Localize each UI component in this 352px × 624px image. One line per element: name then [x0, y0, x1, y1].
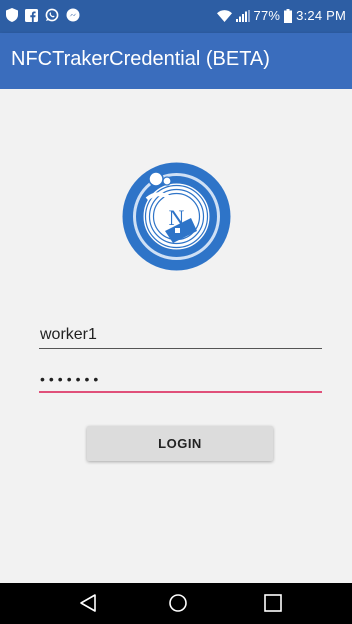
username-input[interactable]: worker1 [40, 326, 97, 344]
recents-icon[interactable] [263, 593, 283, 613]
whatsapp-icon [45, 8, 59, 22]
battery-icon [284, 8, 293, 23]
system-status: 77% 3:24 PM [216, 8, 346, 23]
notification-icons [6, 8, 80, 22]
svg-text:N: N [169, 205, 185, 230]
login-button[interactable]: LOGIN [87, 426, 273, 461]
username-field[interactable]: worker1 [39, 323, 322, 349]
battery-percent: 77% [253, 8, 281, 23]
password-field[interactable]: ••••••• [39, 367, 322, 393]
messenger-icon [66, 8, 80, 22]
home-icon[interactable] [168, 593, 188, 613]
shield-icon [6, 8, 18, 22]
app-title: NFCTrakerCredential (BETA) [11, 48, 270, 70]
status-bar: 77% 3:24 PM [0, 0, 352, 33]
clock: 3:24 PM [296, 8, 346, 23]
back-icon[interactable] [78, 593, 98, 613]
nfc-logo: N [122, 162, 231, 271]
facebook-icon [25, 8, 38, 22]
password-input[interactable]: ••••••• [40, 371, 102, 387]
username-underline [39, 348, 322, 349]
signal-icon [235, 9, 250, 22]
wifi-icon [216, 9, 232, 22]
navigation-bar [0, 583, 352, 624]
password-underline [39, 391, 322, 393]
app-bar: NFCTrakerCredential (BETA) [0, 33, 352, 89]
